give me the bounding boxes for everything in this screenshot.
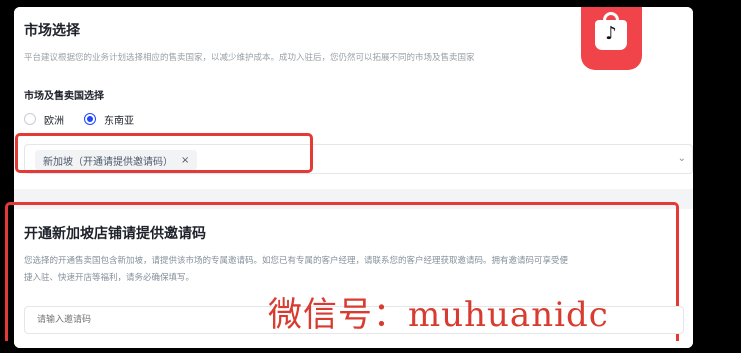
region-label: 市场及售卖国选择 [24,91,104,102]
radio-europe-label[interactable]: 欧洲 [44,112,64,127]
region-radio-group: 欧洲 东南亚 [24,111,154,127]
invite-description-line1: 您选择的开通售卖国包含新加坡，请提供该市场的专属邀请码。如您已有专属的客户经理，… [24,256,569,266]
radio-southeast-asia-label[interactable]: 东南亚 [104,112,134,127]
invite-description-line2: 捷入驻、快速开店等福利，请务必确保填写。 [24,273,195,283]
chevron-down-icon[interactable]: ⌄ [678,153,686,164]
highlight-country-tag [15,133,313,173]
market-title: 市场选择 [24,23,80,39]
radio-southeast-asia[interactable] [84,113,96,125]
watermark-text: 微信号：muhuanidc [268,295,609,335]
market-description: 平台建议根据您的业务计划选择相应的售卖国家，以减少维护成本。成功入驻后，您仍然可… [24,53,475,63]
tiktok-note-icon: ♪ [605,23,617,44]
radio-europe[interactable] [24,113,36,125]
invite-title: 开通新加坡店铺请提供邀请码 [24,226,206,242]
